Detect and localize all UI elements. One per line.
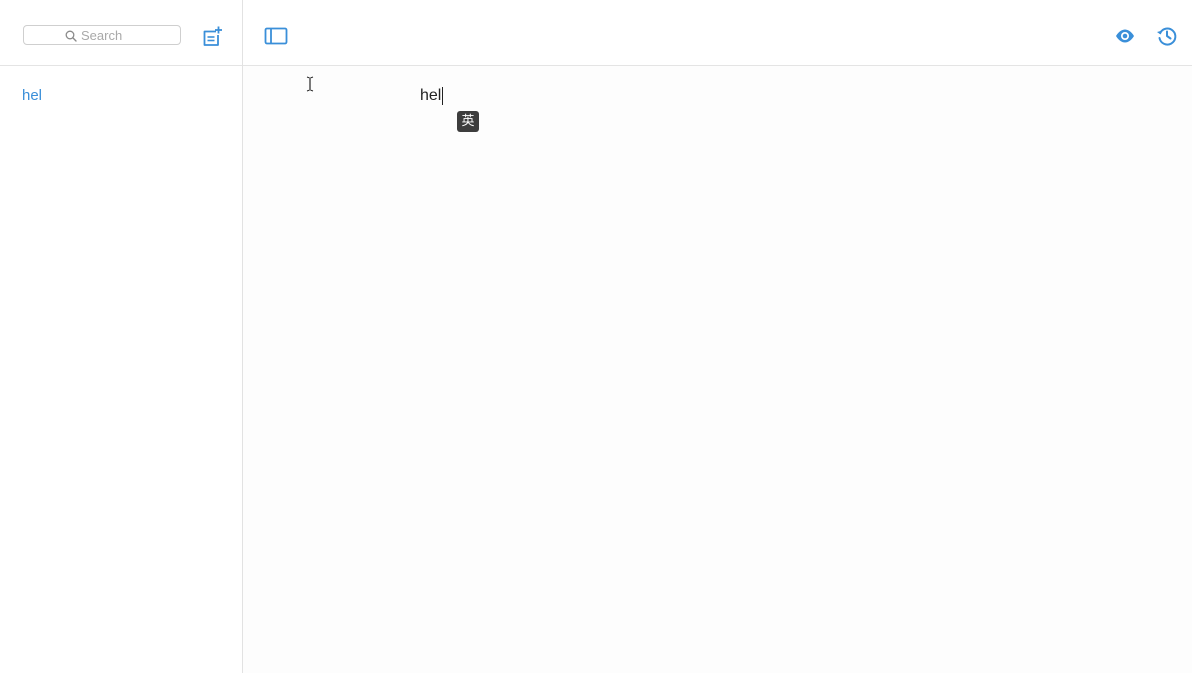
note-list-item[interactable]: hel bbox=[22, 87, 42, 104]
eye-icon bbox=[1116, 29, 1134, 43]
ime-indicator: 英 bbox=[457, 111, 479, 132]
notes-app-window: hel bbox=[0, 0, 1192, 673]
sidebar: hel bbox=[0, 0, 243, 673]
main-pane: hel 英 bbox=[243, 0, 1192, 673]
main-toolbar bbox=[243, 0, 1192, 66]
sidebar-toggle-icon bbox=[264, 27, 288, 45]
text-cursor-icon bbox=[306, 76, 314, 92]
search-input[interactable] bbox=[81, 27, 176, 43]
preview-button[interactable] bbox=[1114, 25, 1136, 47]
new-note-icon bbox=[203, 26, 222, 46]
editor-text[interactable]: hel bbox=[420, 87, 444, 105]
search-box[interactable] bbox=[23, 25, 181, 45]
editor-content: hel bbox=[420, 87, 442, 104]
search-icon bbox=[65, 30, 77, 42]
history-icon bbox=[1157, 27, 1177, 46]
editor-area[interactable]: hel 英 bbox=[243, 66, 1192, 673]
new-note-button[interactable] bbox=[201, 25, 223, 47]
toggle-sidebar-button[interactable] bbox=[264, 25, 288, 47]
note-title: hel bbox=[22, 87, 43, 104]
sidebar-header bbox=[0, 0, 242, 66]
history-button[interactable] bbox=[1156, 25, 1178, 47]
text-caret bbox=[442, 87, 444, 105]
